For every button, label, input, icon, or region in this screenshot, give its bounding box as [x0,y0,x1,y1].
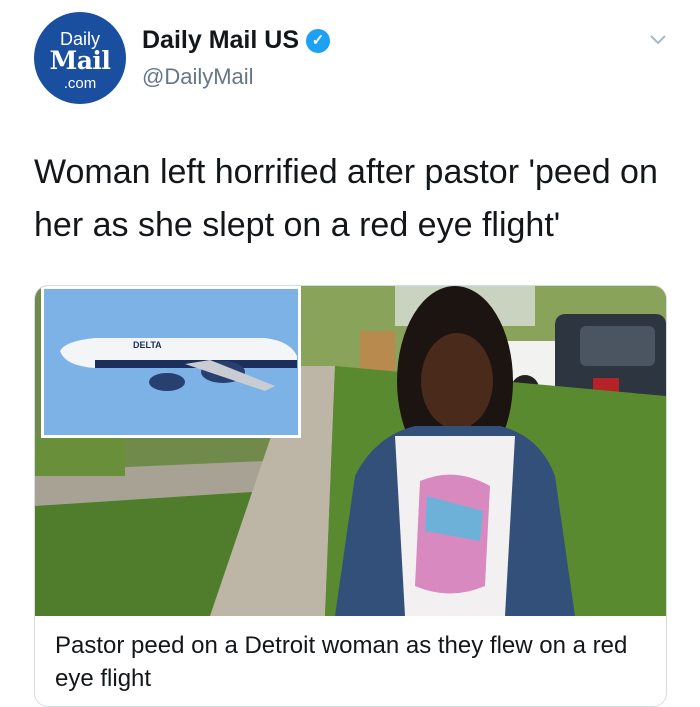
display-name[interactable]: Daily Mail US [142,26,299,55]
inset-airline-text: DELTA [133,340,162,350]
handle[interactable]: @DailyMail [142,64,254,90]
avatar[interactable]: Daily Mail .com [34,12,126,104]
author-name-row: Daily Mail US ✓ [142,26,330,55]
avatar-logo-line3: .com [63,75,97,92]
tweet-text: Woman left horrified after pastor 'peed … [34,153,658,244]
chevron-down-icon[interactable] [648,30,668,50]
card-caption[interactable]: Pastor peed on a Detroit woman as they f… [55,629,655,695]
avatar-logo-line2: Mail [49,46,111,75]
link-card[interactable]: DELTA Pastor peed on a Detroit woman as … [34,285,667,707]
verified-badge-icon: ✓ [306,28,330,53]
card-photo: DELTA [35,286,666,616]
